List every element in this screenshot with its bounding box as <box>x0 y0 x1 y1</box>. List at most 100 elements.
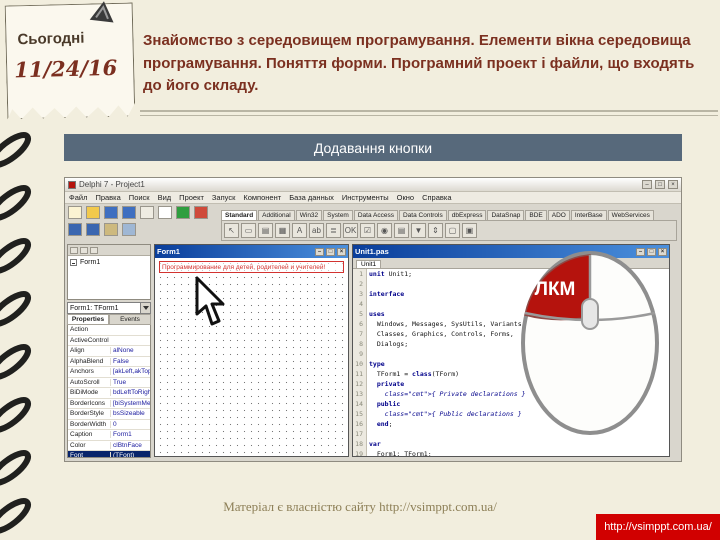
trace-into-icon[interactable] <box>86 223 100 236</box>
menu-item[interactable]: Запуск <box>212 193 235 202</box>
maximize-icon[interactable]: □ <box>326 247 335 256</box>
tree-node-form1[interactable]: Form1 <box>68 256 150 266</box>
property-row[interactable]: BorderWidth 0 <box>68 420 150 430</box>
popup-menu-icon[interactable]: ▦ <box>275 223 290 238</box>
save-icon[interactable] <box>104 206 118 219</box>
property-value[interactable]: [akLeft,akTop] <box>110 368 150 376</box>
new-file-icon[interactable] <box>68 206 82 219</box>
button-icon[interactable]: OK <box>343 223 358 238</box>
property-row[interactable]: BorderStyle bsSizeable <box>68 409 150 420</box>
property-value[interactable]: 0 <box>110 420 150 428</box>
inspector-tab[interactable]: Properties <box>67 314 109 325</box>
help-icon[interactable] <box>140 206 154 219</box>
tree-tool-icon[interactable] <box>80 246 88 254</box>
property-value[interactable]: False <box>110 357 150 365</box>
menu-item[interactable]: Вид <box>158 193 172 202</box>
frames-icon[interactable]: ▭ <box>241 223 256 238</box>
property-row[interactable]: Anchors [akLeft,akTop] <box>68 367 150 378</box>
property-row[interactable]: ActiveControl <box>68 336 150 346</box>
menu-item[interactable]: Окно <box>397 193 414 202</box>
close-icon[interactable]: × <box>337 247 346 256</box>
maximize-icon[interactable]: □ <box>655 180 665 189</box>
minimize-icon[interactable]: – <box>642 180 652 189</box>
menu-item[interactable]: Инструменты <box>342 193 389 202</box>
slide-heading: Знайомство з середовищем програмування. … <box>143 32 695 94</box>
menu-item[interactable]: Проект <box>179 193 204 202</box>
scrollbar-icon[interactable]: ⇕ <box>428 223 443 238</box>
chevron-down-icon[interactable] <box>140 303 150 313</box>
palette-tab[interactable]: dbExpress <box>447 210 487 220</box>
label-icon[interactable]: A <box>292 223 307 238</box>
line-number: 1 <box>359 270 363 278</box>
palette-tab[interactable]: WebServices <box>607 210 654 220</box>
menu-item[interactable]: Поиск <box>129 193 150 202</box>
groupbox-icon[interactable]: ▢ <box>445 223 460 238</box>
property-row[interactable]: Caption Form1 <box>68 430 150 441</box>
property-row[interactable]: BiDiMode bdLeftToRight <box>68 388 150 399</box>
code-line[interactable]: 19 Form1: TForm1; <box>353 449 669 456</box>
combobox-icon[interactable]: ▼ <box>411 223 426 238</box>
property-row[interactable]: Color clBtnFace <box>68 441 150 451</box>
property-row[interactable]: Action <box>68 325 150 336</box>
menu-item[interactable]: База данных <box>289 193 334 202</box>
step-over-icon[interactable] <box>68 223 82 236</box>
property-value[interactable]: alNone <box>110 347 150 355</box>
object-treeview: Form1 <box>67 244 151 300</box>
property-value[interactable]: Form1 <box>110 431 150 439</box>
form-design-surface[interactable]: Программирование для детей, родителей и … <box>155 258 348 456</box>
inspector-tab[interactable]: Events <box>109 314 151 325</box>
tree-expand-icon[interactable] <box>70 259 77 266</box>
pause-icon[interactable] <box>194 206 208 219</box>
property-row[interactable]: BorderIcons [biSystemMenu,biMin <box>68 399 150 409</box>
menu-item[interactable]: Компонент <box>243 193 281 202</box>
palette-tab[interactable]: Data Access <box>353 210 398 220</box>
new-form-icon[interactable] <box>158 206 172 219</box>
tree-tool-icon[interactable] <box>70 246 78 254</box>
property-value[interactable]: [biSystemMenu,biMin <box>110 399 150 407</box>
property-row[interactable]: AlphaBlend False <box>68 357 150 367</box>
property-row[interactable]: AutoScroll True <box>68 378 150 388</box>
radio-button-icon[interactable]: ◉ <box>377 223 392 238</box>
palette-tab[interactable]: Standard <box>221 210 258 220</box>
palette-tab[interactable]: Additional <box>258 210 295 220</box>
property-value[interactable]: bsSizeable <box>110 410 150 418</box>
treeview-toolbar <box>68 245 150 256</box>
run-icon[interactable] <box>176 206 190 219</box>
view-unit-icon[interactable] <box>104 223 118 236</box>
property-name: ActiveControl <box>70 336 109 344</box>
open-file-icon[interactable] <box>86 206 100 219</box>
palette-tab[interactable]: DataSnap <box>487 210 525 220</box>
menu-item[interactable]: Правка <box>95 193 120 202</box>
property-value[interactable]: True <box>110 378 150 386</box>
menu-item[interactable]: Файл <box>69 193 87 202</box>
close-icon[interactable]: × <box>668 180 678 189</box>
palette-tab[interactable]: ADO <box>547 210 570 220</box>
view-form-icon[interactable] <box>122 223 136 236</box>
property-row[interactable]: Font (TFont) <box>68 451 150 457</box>
form-designer-window: Form1 – □ × Программирование для детей, … <box>154 244 349 457</box>
panel-icon[interactable]: ▣ <box>462 223 477 238</box>
minimize-icon[interactable]: – <box>315 247 324 256</box>
inspector-object-combobox[interactable]: Form1: TForm1 <box>67 302 151 314</box>
tree-tool-icon[interactable] <box>90 246 98 254</box>
property-value[interactable]: clBtnFace <box>110 441 150 449</box>
pointer-icon[interactable]: ↖ <box>224 223 239 238</box>
property-row[interactable]: Align alNone <box>68 346 150 357</box>
main-menu-icon[interactable]: ▤ <box>258 223 273 238</box>
property-value[interactable]: (TFont) <box>110 452 150 457</box>
property-value[interactable]: bdLeftToRight <box>110 389 150 397</box>
save-all-icon[interactable] <box>122 206 136 219</box>
palette-tab[interactable]: Win32 <box>295 210 323 220</box>
code-line[interactable]: 18 var <box>353 439 669 449</box>
menu-item[interactable]: Справка <box>422 193 451 202</box>
palette-tab[interactable]: BDE <box>525 210 547 220</box>
memo-icon[interactable]: ≣ <box>326 223 341 238</box>
checkbox-icon[interactable]: ☑ <box>360 223 375 238</box>
palette-tab[interactable]: Data Controls <box>398 210 447 220</box>
line-number: 12 <box>355 380 363 388</box>
palette-tab[interactable]: InterBase <box>570 210 607 220</box>
editor-tab-unit1[interactable]: Unit1 <box>356 260 382 268</box>
listbox-icon[interactable]: ▤ <box>394 223 409 238</box>
edit-icon[interactable]: ab <box>309 223 324 238</box>
palette-tab[interactable]: System <box>323 210 353 220</box>
